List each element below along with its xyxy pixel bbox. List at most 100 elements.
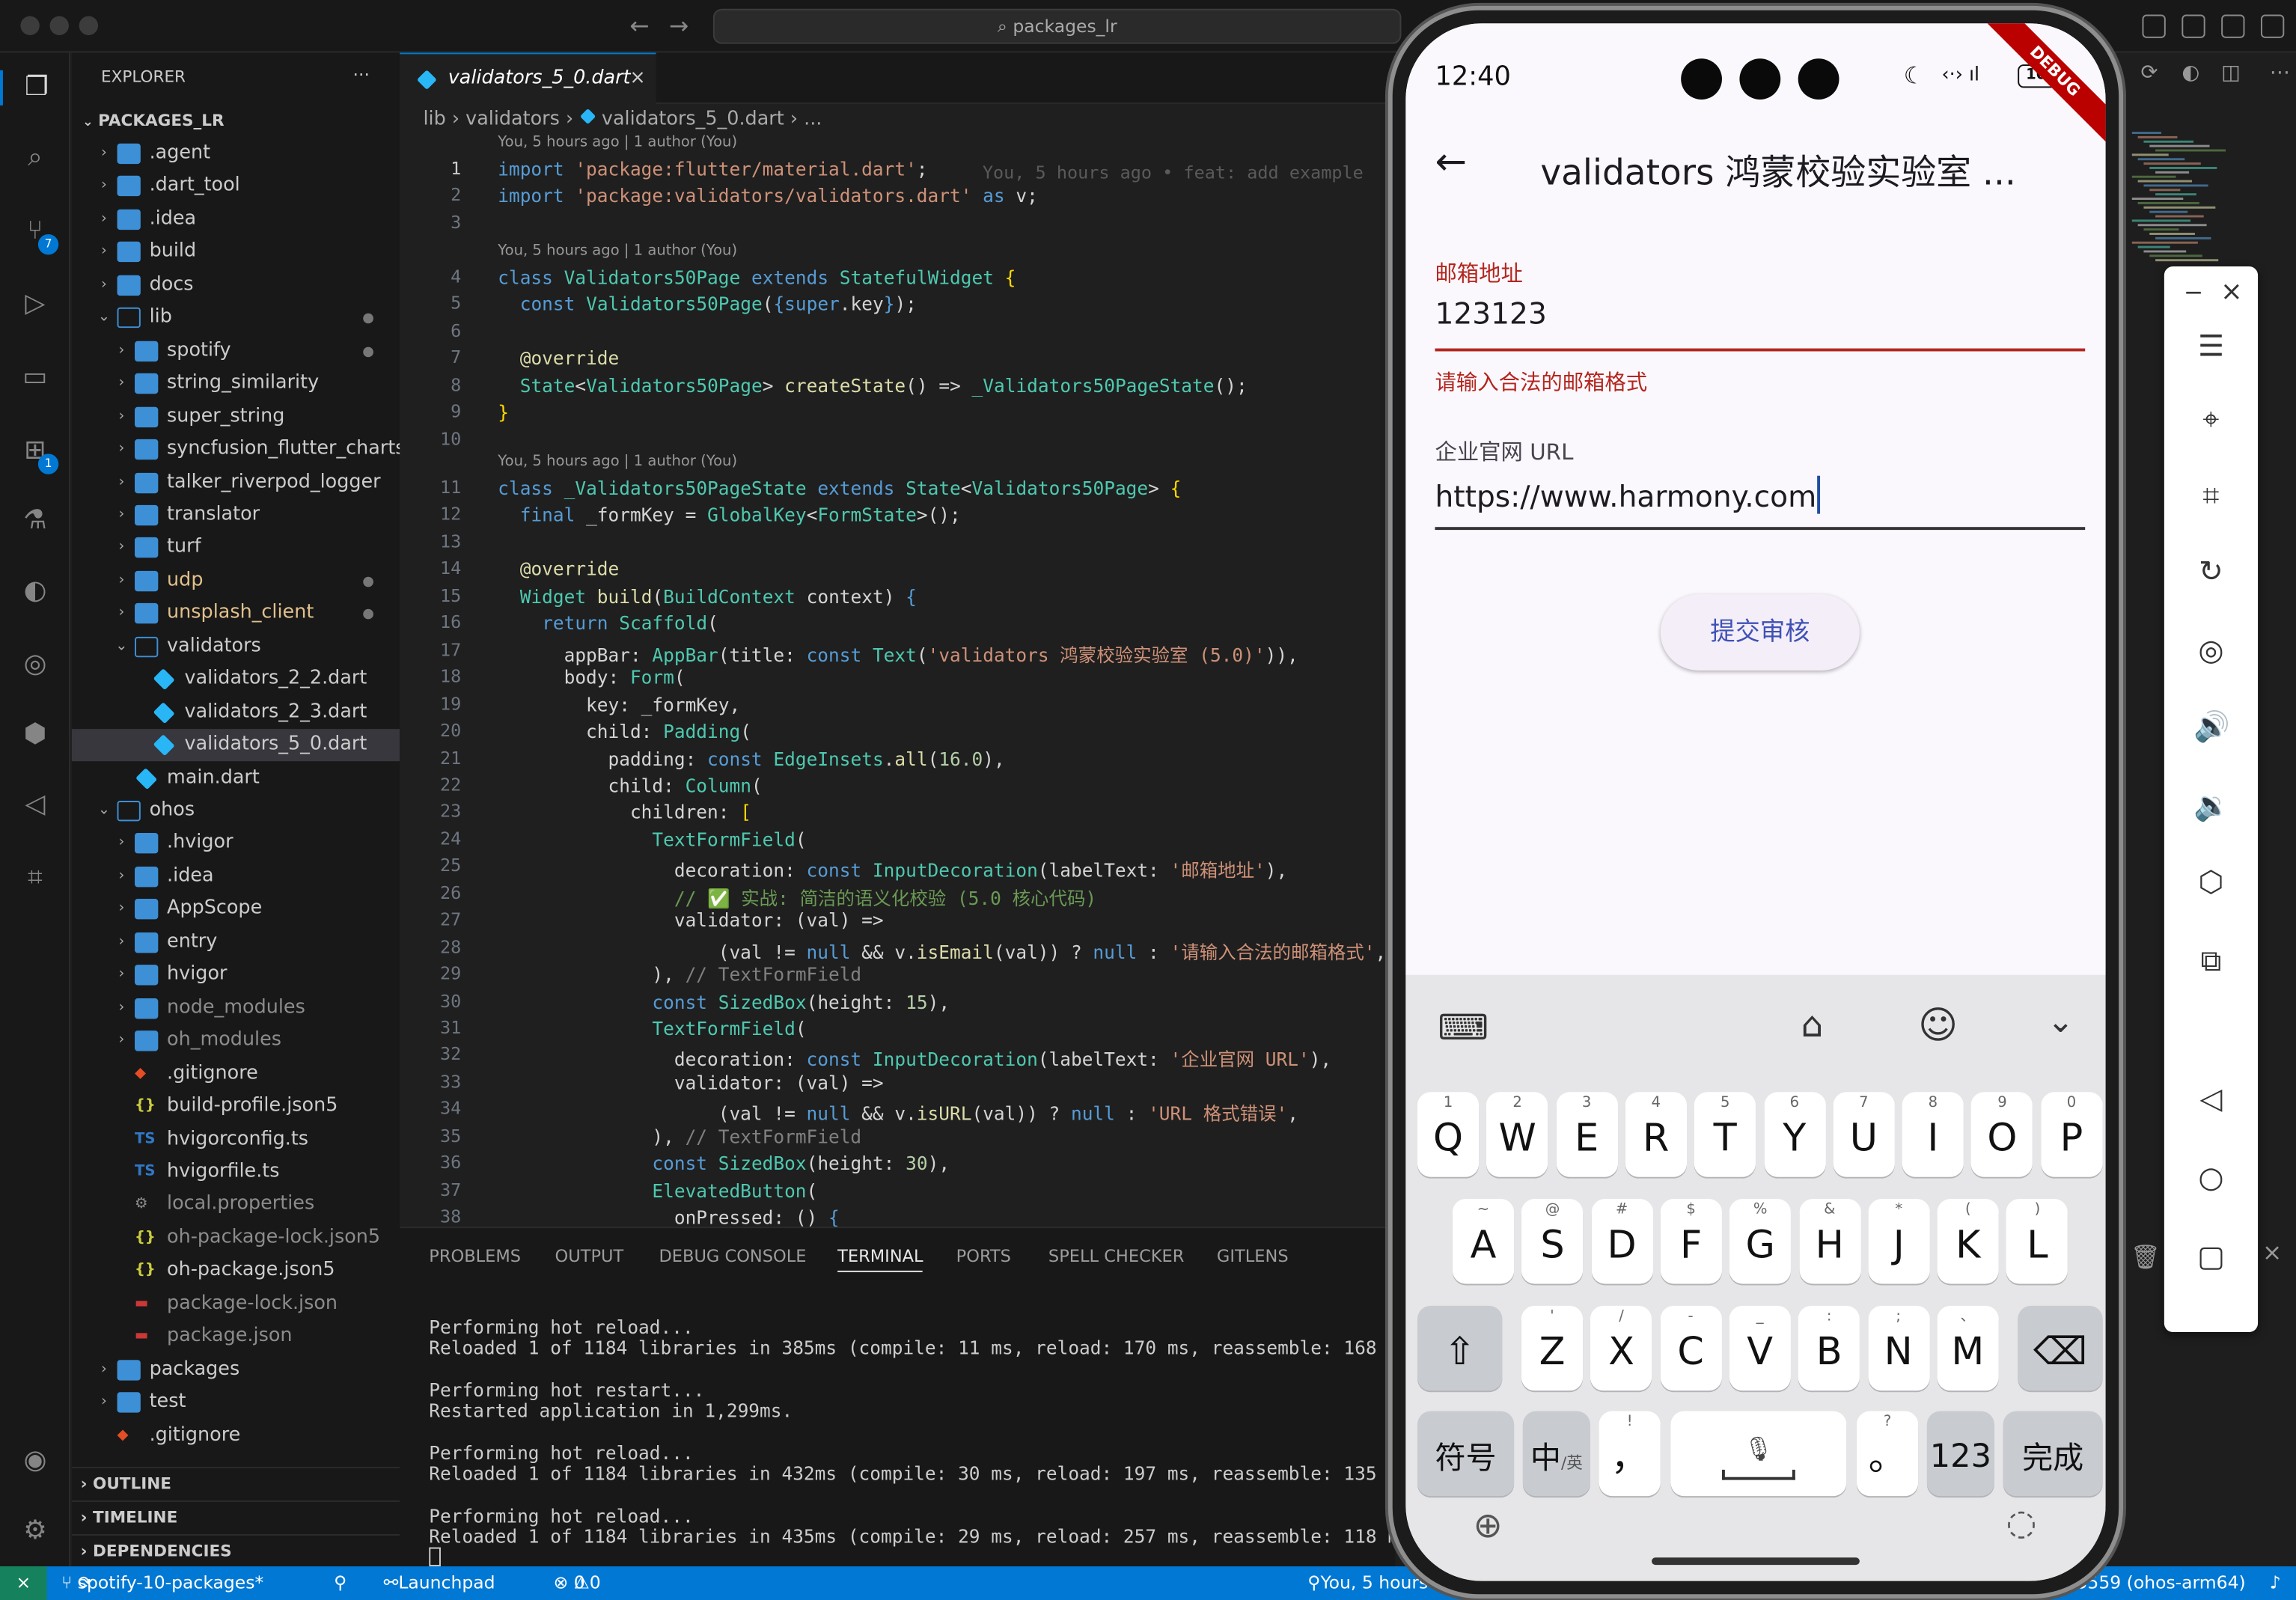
crop-icon[interactable]: ⌗ <box>2193 477 2229 513</box>
bell-icon[interactable]: ♪ <box>2270 1566 2281 1600</box>
clipboard-icon[interactable]: ⌨ <box>1438 1007 1489 1048</box>
language-key[interactable]: 中/英 <box>1522 1411 1590 1497</box>
open-changes-icon[interactable]: ◐ <box>2181 61 2199 85</box>
tree-item[interactable]: › .idea <box>72 861 400 893</box>
home-indicator[interactable] <box>1652 1557 1860 1566</box>
pin-icon[interactable]: ⌖ <box>2193 401 2229 436</box>
branch-status[interactable]: ⑂ spotify-10-packages* ⟳ <box>61 1566 263 1600</box>
tree-item[interactable]: ⌄ ohos <box>72 795 400 827</box>
trash-icon[interactable]: 🗑 <box>2131 1243 2161 1271</box>
panel-tab-gitlens[interactable]: GITLENS <box>1217 1246 1289 1266</box>
sync-icon[interactable]: ⚲ <box>334 1566 346 1600</box>
launchpad-status[interactable]: ⚯ Launchpad <box>384 1566 495 1600</box>
key-f[interactable]: $ F <box>1660 1199 1722 1284</box>
account-icon[interactable]: ◉ <box>17 1444 52 1479</box>
run-debug-icon[interactable]: ▷ <box>17 287 52 322</box>
breadcrumb-lib[interactable]: lib <box>423 109 445 130</box>
gear-icon[interactable]: ⚙ <box>17 1514 52 1549</box>
breadcrumb-file[interactable]: validators_5_0.dart <box>602 109 784 130</box>
tree-item[interactable]: validators_2_2.dart <box>72 663 400 695</box>
toggle-sidebar-icon[interactable] <box>2181 14 2205 38</box>
key-v[interactable]: _ V <box>1729 1305 1791 1391</box>
minimize-window-button[interactable] <box>49 16 69 35</box>
tree-item[interactable]: › .idea <box>72 204 400 236</box>
multi-device-icon[interactable]: ⧉ <box>2193 943 2229 978</box>
key-c[interactable]: -C <box>1659 1305 1722 1391</box>
menu-icon[interactable]: ☰ <box>2193 328 2229 363</box>
brush-icon[interactable]: ⌂ <box>1801 1004 1824 1045</box>
tree-item[interactable]: ▬ package-lock.json <box>72 1288 400 1320</box>
toggle-panel-icon[interactable] <box>2221 14 2245 38</box>
back-arrow-icon[interactable]: ← <box>1435 141 1467 185</box>
close-panel-icon[interactable]: × <box>2262 1239 2282 1266</box>
close-icon[interactable]: × <box>2214 275 2249 311</box>
tree-item[interactable]: validators_5_0.dart <box>71 729 400 762</box>
close-tab-icon[interactable]: × <box>629 54 645 104</box>
tree-item[interactable]: › AppScope <box>72 894 400 926</box>
code-lens[interactable]: You, 5 hours ago | 1 author (You) <box>498 243 737 260</box>
tree-item[interactable]: › talker_riverpod_logger <box>72 466 400 498</box>
nav-back-icon[interactable]: ◁ <box>2193 1081 2229 1116</box>
emoji-icon[interactable]: ☺ <box>1918 1004 1958 1048</box>
breadcrumb-symbol[interactable]: ... <box>804 109 822 130</box>
tree-item[interactable]: ⌄ lib <box>72 302 400 334</box>
key-x[interactable]: / X <box>1590 1305 1652 1391</box>
fold-icon[interactable]: ⬡ <box>2193 864 2229 899</box>
key-q[interactable]: 1Q <box>1417 1092 1480 1177</box>
tree-item[interactable]: › entry <box>72 926 400 959</box>
timeline-section[interactable]: › TIMELINE <box>71 1500 400 1533</box>
key-h[interactable]: & H <box>1798 1199 1860 1284</box>
tree-item[interactable]: › build <box>72 236 400 269</box>
key-y[interactable]: 6Y <box>1763 1092 1825 1177</box>
tree-item[interactable]: › oh_modules <box>72 1025 400 1057</box>
tree-item[interactable]: {} build-profile.json5 <box>72 1090 400 1123</box>
key-w[interactable]: 2W <box>1486 1092 1548 1177</box>
minimap[interactable] <box>2126 132 2273 278</box>
tree-item[interactable]: › udp <box>72 565 400 597</box>
workspace-root[interactable]: ⌄ PACKAGES_LR <box>78 106 400 138</box>
key-t[interactable]: 5T <box>1694 1092 1756 1177</box>
key-n[interactable]: ; N <box>1867 1305 1929 1391</box>
source-control-icon[interactable]: ⑂ 7 <box>17 214 59 255</box>
forward-arrow-icon[interactable]: → <box>669 12 689 40</box>
tree-item[interactable]: › syncfusion_flutter_charts <box>72 433 406 465</box>
key-a[interactable]: ~ A <box>1452 1199 1515 1284</box>
problems-status[interactable]: ⊗ 0 ⚠ 0 <box>554 1566 601 1600</box>
tree-item[interactable]: validators_2_3.dart <box>72 696 400 728</box>
panel-tab-ports[interactable]: PORTS <box>956 1246 1011 1266</box>
key-r[interactable]: 4R <box>1625 1092 1687 1177</box>
volume-down-icon[interactable]: 🔉 <box>2193 787 2230 822</box>
panel-tab-spell-checker[interactable]: SPELL CHECKER <box>1048 1246 1184 1266</box>
tree-item[interactable]: › .hvigor <box>72 828 400 860</box>
tree-item[interactable]: › node_modules <box>72 992 400 1025</box>
tree-item[interactable]: › spotify <box>72 335 400 367</box>
explorer-icon[interactable]: ❐ <box>0 70 70 106</box>
remote-explorer-icon[interactable]: ▭ <box>17 360 52 395</box>
panel-tab-output[interactable]: OUTPUT <box>555 1246 624 1266</box>
comma-key[interactable]: !， <box>1599 1411 1661 1497</box>
tree-item[interactable]: TS hvigorconfig.ts <box>72 1123 400 1155</box>
dependencies-section[interactable]: › DEPENDENCIES <box>71 1533 400 1566</box>
key-u[interactable]: 7U <box>1833 1092 1895 1177</box>
remote-icon[interactable]: ⨯ <box>0 1566 47 1600</box>
shift-key[interactable]: ⇧ <box>1417 1305 1503 1391</box>
tree-item[interactable]: ▬ package.json <box>72 1321 400 1353</box>
close-window-button[interactable] <box>20 16 40 35</box>
key-s[interactable]: @ S <box>1521 1199 1584 1284</box>
key-e[interactable]: 3E <box>1556 1092 1618 1177</box>
tree-item[interactable]: › turf <box>72 532 400 564</box>
tree-item[interactable]: › .dart_tool <box>72 171 400 203</box>
tree-item[interactable]: › unsplash_client <box>72 598 400 630</box>
numbers-key[interactable]: 123 <box>1926 1411 1994 1497</box>
git-graph-icon[interactable]: ◐ <box>17 574 52 609</box>
back-arrow-icon[interactable]: ← <box>629 12 649 40</box>
command-search-input[interactable]: ⌕ packages_lr <box>712 8 1402 44</box>
tab-validators-5-0[interactable]: validators_5_0.dart × <box>400 52 656 104</box>
key-j[interactable]: * J <box>1868 1199 1930 1284</box>
symbols-key[interactable]: 符号 <box>1417 1411 1515 1497</box>
tree-item[interactable]: › test <box>72 1387 400 1419</box>
backspace-key[interactable]: ⌫ <box>2018 1305 2103 1391</box>
key-z[interactable]: ' Z <box>1521 1305 1584 1391</box>
compare-icon[interactable]: ⟳ <box>2141 61 2158 85</box>
tree-item[interactable]: TS hvigorfile.ts <box>72 1156 400 1188</box>
